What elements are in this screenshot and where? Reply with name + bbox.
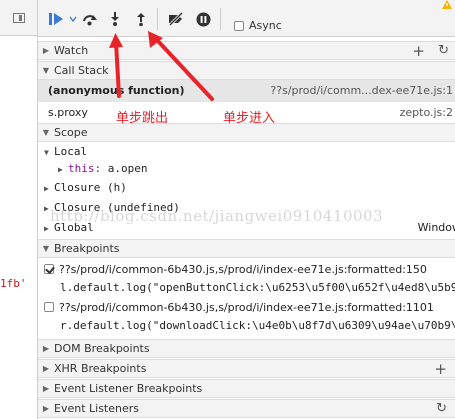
collapsed-triangle-icon: ▶	[42, 364, 50, 373]
expanded-triangle-icon: ▼	[42, 128, 50, 137]
breakpoint-checkbox[interactable]	[44, 302, 54, 312]
scope-local[interactable]: ▼ Local	[44, 145, 87, 158]
collapsed-triangle-icon: ▶	[42, 344, 50, 353]
breakpoint-checkbox[interactable]	[44, 264, 54, 274]
event-listener-breakpoints-section-header[interactable]: ▶ Event Listener Breakpoints	[38, 379, 455, 398]
async-checkbox[interactable]	[234, 21, 244, 31]
debugger-sidebar: Async ▶ Watch + ↻ ▼ Call Stack (anonymou…	[38, 0, 455, 419]
add-xhr-breakpoint-icon[interactable]: +	[434, 361, 447, 377]
breakpoint-code[interactable]: r.default.log("downloadClick:\u4e0b\u8f7…	[60, 319, 455, 332]
watch-title: Watch	[54, 44, 89, 57]
collapsed-triangle-icon: ▶	[42, 384, 50, 393]
collapsed-triangle-icon: ▶	[42, 46, 50, 55]
event-listeners-section-header[interactable]: ▶ Event Listeners ↻	[38, 399, 455, 418]
toolbar-separator	[220, 8, 221, 30]
scope-global-label: Global	[54, 221, 94, 234]
call-frame-name: s.proxy	[48, 106, 88, 119]
breakpoint-location[interactable]: ??s/prod/i/common-6b430.js,s/prod/i/inde…	[59, 301, 434, 314]
pause-on-exceptions-icon[interactable]	[195, 11, 211, 27]
breakpoints-title: Breakpoints	[54, 242, 120, 255]
call-frame-location[interactable]: ??s/prod/i/comm...dex-ee71e.js:1	[270, 84, 453, 97]
annotation-step-into: 单步进入	[223, 111, 276, 126]
scope-closure-label: Closure (undefined)	[54, 201, 180, 214]
call-frame-name: (anonymous function)	[48, 84, 185, 97]
annotation-step-out: 单步跳出	[116, 111, 169, 126]
event-listeners-title: Event Listeners	[54, 402, 139, 415]
scope-global-value: Window	[417, 221, 455, 234]
call-stack-section-header[interactable]: ▼ Call Stack	[38, 61, 455, 80]
toggle-navigator-icon[interactable]	[13, 13, 25, 23]
xhr-breakpoints-section-header[interactable]: ▶ XHR Breakpoints +	[38, 359, 455, 378]
scope-closure-label: Closure (h)	[54, 181, 127, 194]
breakpoint-code[interactable]: l.default.log("openButtonClick:\u6253\u5…	[60, 281, 455, 294]
scope-closure[interactable]: ▶ Closure (h)	[44, 181, 127, 194]
collapsed-triangle-icon: ▶	[42, 404, 50, 413]
call-frame-selected[interactable]: (anonymous function) ??s/prod/i/comm...d…	[38, 80, 455, 102]
refresh-icon[interactable]: ↻	[436, 401, 447, 417]
property-value: a.open	[107, 162, 148, 175]
refresh-icon[interactable]: ↻	[438, 43, 449, 59]
editor-strip: 1fb'	[0, 0, 38, 419]
call-frame-location[interactable]: zepto.js:2	[400, 106, 453, 119]
scope-closure[interactable]: ▶ Closure (undefined)	[44, 201, 180, 214]
xhr-breakpoints-title: XHR Breakpoints	[54, 362, 147, 375]
scope-local-label: Local	[54, 145, 88, 158]
debugger-toolbar: Async	[38, 0, 455, 37]
step-over-icon[interactable]	[81, 11, 99, 27]
pause-resume-icon[interactable]	[47, 11, 67, 27]
breakpoints-section-header[interactable]: ▼ Breakpoints	[38, 239, 455, 258]
scope-this-property[interactable]: ▶ this: a.open	[58, 162, 148, 175]
collapsed-triangle-icon: ▶	[44, 224, 49, 233]
dom-breakpoints-section-header[interactable]: ▶ DOM Breakpoints	[38, 339, 455, 358]
dom-breakpoints-title: DOM Breakpoints	[54, 342, 150, 355]
async-label: Async	[249, 19, 282, 32]
step-out-icon[interactable]	[134, 11, 148, 27]
expanded-triangle-icon: ▼	[42, 66, 50, 75]
collapsed-triangle-icon: ▶	[44, 204, 49, 213]
warning-icon[interactable]	[442, 0, 452, 9]
breakpoint-location[interactable]: ??s/prod/i/common-6b430.js,s/prod/i/inde…	[59, 263, 427, 276]
collapsed-triangle-icon: ▶	[44, 184, 49, 193]
watch-section-header[interactable]: ▶ Watch + ↻	[38, 41, 455, 60]
scope-global[interactable]: ▶ Global	[44, 221, 94, 234]
toolbar-separator	[157, 8, 158, 30]
add-watch-icon[interactable]: +	[412, 43, 425, 59]
scope-title: Scope	[54, 126, 88, 139]
chevron-down-icon[interactable]	[68, 11, 78, 27]
expanded-triangle-icon: ▼	[42, 244, 50, 253]
property-key: this:	[68, 162, 102, 175]
deactivate-breakpoints-icon[interactable]	[167, 11, 185, 27]
event-listener-breakpoints-title: Event Listener Breakpoints	[54, 382, 203, 395]
expanded-triangle-icon: ▼	[44, 148, 49, 157]
step-into-icon[interactable]	[108, 11, 122, 27]
editor-code-fragment: 1fb'	[0, 277, 27, 290]
call-stack-title: Call Stack	[54, 64, 109, 77]
collapsed-triangle-icon: ▶	[58, 165, 63, 174]
